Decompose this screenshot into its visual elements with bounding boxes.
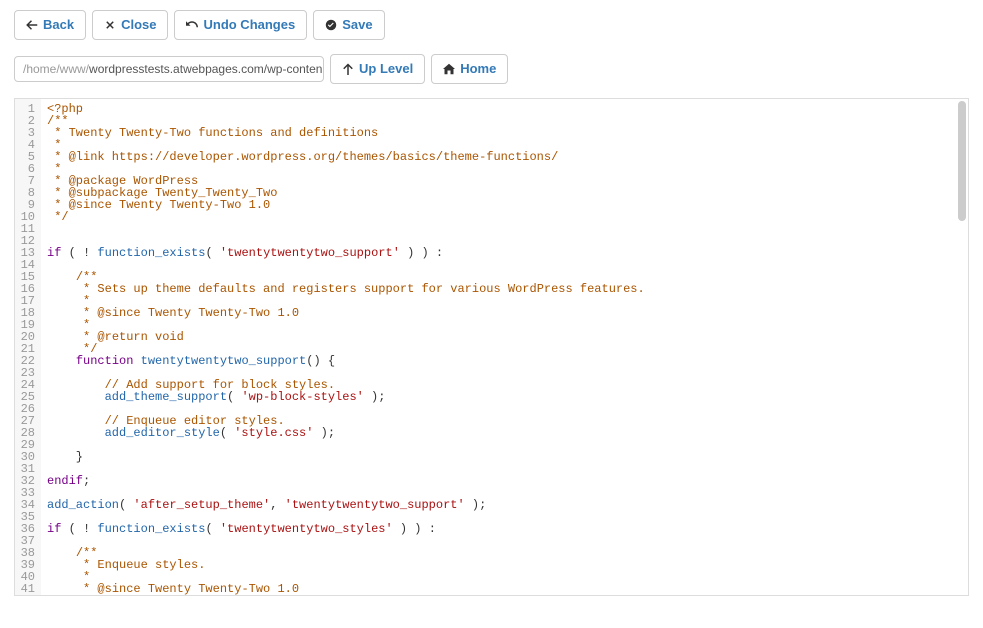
save-button[interactable]: Save	[313, 10, 384, 40]
home-label: Home	[460, 60, 496, 78]
path-input[interactable]: /home/www/wordpresstests.atwebpages.com/…	[14, 56, 324, 82]
code-area[interactable]: <?php/** * Twenty Twenty-Two functions a…	[41, 99, 968, 595]
back-label: Back	[43, 16, 74, 34]
arrow-up-icon	[342, 63, 354, 75]
undo-label: Undo Changes	[203, 16, 295, 34]
close-button[interactable]: Close	[92, 10, 168, 40]
home-icon	[443, 63, 455, 75]
close-icon	[104, 19, 116, 31]
path-main: wordpresstests.atwebpages.com/wp-conten	[89, 62, 322, 76]
back-button[interactable]: Back	[14, 10, 86, 40]
editor: 1234567891011121314151617181920212223242…	[14, 98, 969, 596]
up-level-button[interactable]: Up Level	[330, 54, 425, 84]
close-label: Close	[121, 16, 156, 34]
path-toolbar: /home/www/wordpresstests.atwebpages.com/…	[14, 54, 969, 84]
undo-button[interactable]: Undo Changes	[174, 10, 307, 40]
path-prefix: /home/www/	[23, 62, 89, 76]
scrollbar[interactable]	[958, 101, 966, 221]
check-circle-icon	[325, 19, 337, 31]
up-level-label: Up Level	[359, 60, 413, 78]
code-editor[interactable]: 1234567891011121314151617181920212223242…	[15, 99, 968, 595]
arrow-left-icon	[26, 19, 38, 31]
home-button[interactable]: Home	[431, 54, 508, 84]
main-toolbar: Back Close Undo Changes Save	[14, 10, 969, 40]
save-label: Save	[342, 16, 372, 34]
line-gutter: 1234567891011121314151617181920212223242…	[15, 99, 41, 595]
undo-icon	[186, 19, 198, 31]
